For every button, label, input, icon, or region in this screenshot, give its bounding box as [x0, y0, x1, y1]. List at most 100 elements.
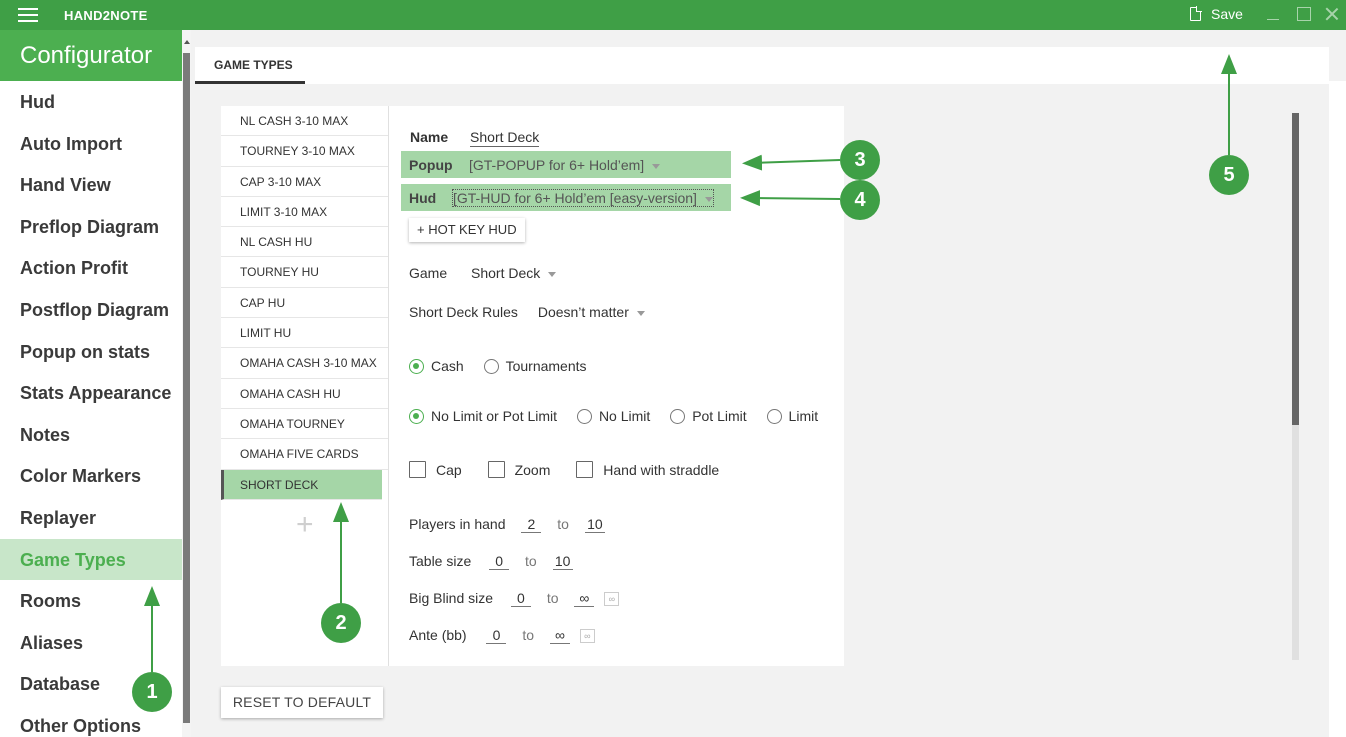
sidebar-item-rooms[interactable]: Rooms [0, 580, 182, 622]
maximize-icon[interactable] [1297, 7, 1311, 21]
game-type-item[interactable]: CAP HU [221, 288, 388, 319]
game-type-item[interactable]: OMAHA FIVE CARDS [221, 439, 388, 470]
sidebar-scrollbar[interactable] [182, 30, 191, 737]
bb-min-input[interactable]: 0 [510, 590, 531, 607]
to-label: to [522, 627, 535, 643]
game-type-item[interactable]: OMAHA CASH HU [221, 379, 388, 409]
short-deck-rules-label: Short Deck Rules [409, 304, 518, 320]
add-game-type-button[interactable]: + [296, 510, 314, 540]
popup-label: Popup [409, 157, 453, 173]
sidebar-item-game-types[interactable]: Game Types [0, 538, 182, 581]
game-type-item[interactable]: NL CASH HU [221, 227, 388, 258]
radio-cash[interactable]: Cash [409, 358, 464, 374]
minimize-icon[interactable] [1266, 7, 1280, 21]
checkbox-label: Cap [436, 461, 462, 478]
sidebar-item-hand-view[interactable]: Hand View [0, 164, 182, 206]
reset-to-default-button[interactable]: RESET TO DEFAULT [221, 687, 383, 718]
short-deck-rules-select[interactable]: Doesn’t matter [538, 304, 645, 320]
radio-icon [670, 408, 686, 424]
game-type-item[interactable]: LIMIT HU [221, 318, 388, 349]
sidebar-item-preflop-diagram[interactable]: Preflop Diagram [0, 206, 182, 248]
sidebar-item-replayer[interactable]: Replayer [0, 497, 182, 539]
chevron-down-icon [548, 271, 557, 277]
players-min-input[interactable]: 2 [521, 516, 542, 533]
ante-max-input[interactable]: ∞ [549, 627, 570, 644]
sidebar-item-hud[interactable]: Hud [0, 81, 182, 123]
game-type-item[interactable]: TOURNEY 3-10 MAX [221, 136, 388, 167]
short-deck-rules-row: Short Deck Rules Doesn’t matter [409, 304, 645, 320]
tab-bar: GAME TYPES [195, 47, 1329, 84]
radio-selected-icon [409, 358, 424, 374]
sidebar-item-stats-appearance[interactable]: Stats Appearance [0, 372, 182, 414]
save-button[interactable]: Save [1190, 6, 1243, 22]
players-in-hand-label: Players in hand [409, 516, 506, 532]
scroll-up-arrow-icon[interactable] [184, 40, 190, 44]
main-scrollbar[interactable] [1292, 113, 1299, 660]
sidebar-item-popup-on-stats[interactable]: Popup on stats [0, 331, 182, 373]
sidebar-scroll-thumb[interactable] [183, 53, 190, 723]
game-type-item[interactable]: NL CASH 3-10 MAX [221, 106, 388, 137]
sidebar-item-aliases[interactable]: Aliases [0, 622, 182, 664]
title-bar: HAND2NOTE Save [0, 0, 1346, 30]
name-input[interactable]: Short Deck [470, 129, 540, 147]
infinity-toggle-icon[interactable]: ∞ [604, 592, 620, 607]
checkbox-label: Hand with straddle [603, 461, 720, 478]
main-scroll-thumb[interactable] [1292, 113, 1299, 425]
sidebar-item-action-profit[interactable]: Action Profit [0, 247, 182, 289]
game-type-form: Name Short Deck Popup [GT-POPUP for 6+ H… [389, 106, 844, 666]
hud-select[interactable]: [GT-HUD for 6+ Hold’em [easy-version] [452, 189, 714, 207]
sidebar-item-notes[interactable]: Notes [0, 414, 182, 456]
checkbox-hand-with-straddle[interactable]: Hand with straddle [576, 461, 719, 478]
game-type-item[interactable]: SHORT DECK [221, 469, 382, 500]
radio-tournaments[interactable]: Tournaments [483, 358, 587, 374]
game-type-item[interactable]: OMAHA TOURNEY [221, 409, 388, 440]
radio-label: Cash [431, 358, 464, 374]
table-max-input[interactable]: 10 [552, 553, 573, 570]
game-type-item[interactable]: CAP 3-10 MAX [221, 167, 388, 197]
game-type-item[interactable]: OMAHA CASH 3-10 MAX [221, 348, 388, 379]
ante-min-input[interactable]: 0 [486, 627, 507, 644]
hud-row: Hud [GT-HUD for 6+ Hold’em [easy-version… [401, 184, 731, 211]
sidebar: Configurator Hud Auto Import Hand View Pref… [0, 30, 182, 737]
radio-pot-limit[interactable]: Pot Limit [670, 408, 747, 424]
game-type-item[interactable]: LIMIT 3-10 MAX [221, 197, 388, 228]
hot-key-hud-button[interactable]: + HOT KEY HUD [409, 218, 525, 242]
checkbox-icon [487, 461, 505, 478]
to-label: to [546, 590, 559, 606]
right-panel-edge [1329, 81, 1346, 737]
checkbox-label: Zoom [514, 461, 551, 478]
radio-no-limit-or-pot-limit[interactable]: No Limit or Pot Limit [409, 408, 557, 424]
big-blind-label: Big Blind size [409, 590, 494, 606]
sidebar-item-postflop-diagram[interactable]: Postflop Diagram [0, 289, 182, 331]
sidebar-item-color-markers[interactable]: Color Markers [0, 455, 182, 497]
close-icon[interactable] [1325, 7, 1339, 21]
callout-2: 2 [321, 603, 361, 643]
radio-label: Pot Limit [692, 408, 747, 424]
table-min-input[interactable]: 0 [489, 553, 510, 570]
chevron-down-icon [652, 163, 661, 169]
players-max-input[interactable]: 10 [584, 516, 605, 533]
game-type-item[interactable]: TOURNEY HU [221, 257, 388, 288]
hamburger-menu-icon[interactable] [18, 8, 38, 22]
popup-select[interactable]: [GT-POPUP for 6+ Hold’em] [469, 157, 661, 173]
infinity-toggle-icon[interactable]: ∞ [579, 629, 595, 644]
ante-label: Ante (bb) [409, 627, 467, 643]
checkbox-cap[interactable]: Cap [409, 461, 462, 478]
ante-row: Ante (bb) 0 to ∞ ∞ [409, 627, 595, 644]
callout-4: 4 [840, 180, 880, 220]
game-select[interactable]: Short Deck [471, 265, 557, 281]
players-in-hand-row: Players in hand 2 to 10 [409, 516, 605, 533]
sidebar-item-auto-import[interactable]: Auto Import [0, 123, 182, 165]
to-label: to [525, 553, 537, 569]
bb-max-input[interactable]: ∞ [574, 590, 595, 607]
sidebar-title: Configurator [0, 30, 182, 81]
popup-row: Popup [GT-POPUP for 6+ Hold’em] [401, 151, 731, 178]
radio-no-limit[interactable]: No Limit [576, 408, 650, 424]
callout-5: 5 [1209, 155, 1249, 195]
checkbox-zoom[interactable]: Zoom [487, 461, 551, 478]
tab-game-types[interactable]: GAME TYPES [195, 47, 305, 84]
name-row: Name Short Deck [410, 129, 540, 147]
radio-limit[interactable]: Limit [766, 408, 818, 424]
app-title: HAND2NOTE [64, 8, 148, 23]
save-label: Save [1211, 6, 1243, 22]
